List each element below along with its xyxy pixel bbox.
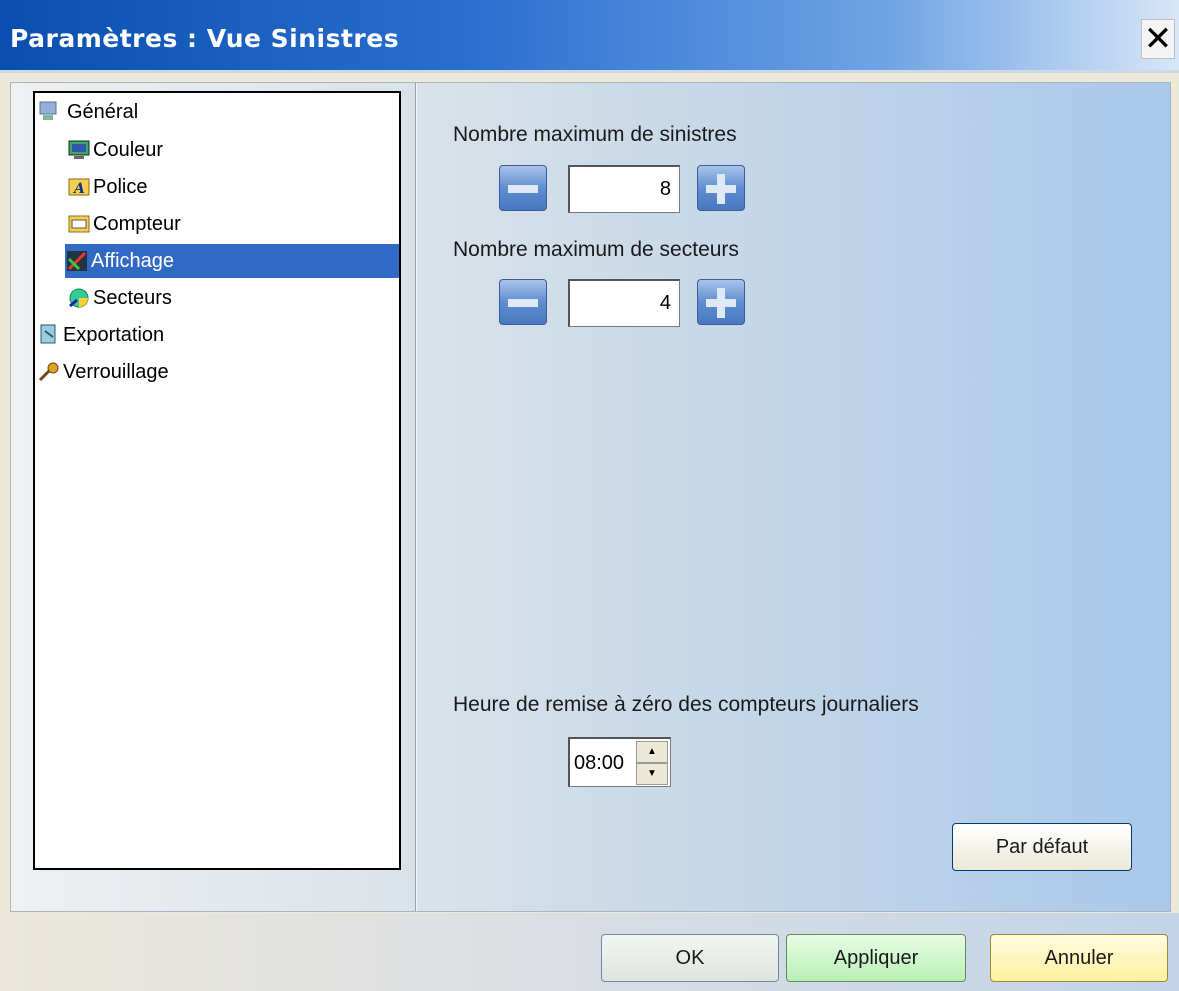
tree-item-secteurs[interactable]: Secteurs bbox=[67, 281, 172, 315]
tree-item-compteur[interactable]: Compteur bbox=[67, 207, 181, 241]
close-button[interactable]: ✕ bbox=[1141, 19, 1175, 59]
minus-icon bbox=[508, 185, 538, 193]
tree-item-label: Couleur bbox=[93, 138, 164, 161]
tree-item-label: Police bbox=[93, 175, 148, 198]
max-secteurs-input[interactable]: 4 bbox=[568, 279, 680, 327]
sectors-icon bbox=[67, 286, 91, 310]
max-secteurs-label: Nombre maximum de secteurs bbox=[453, 238, 739, 261]
svg-text:A: A bbox=[72, 181, 85, 197]
title-bar: Paramètres : Vue Sinistres ✕ bbox=[0, 0, 1179, 73]
panel-divider bbox=[415, 83, 417, 911]
display-icon bbox=[65, 249, 89, 273]
export-icon bbox=[37, 323, 61, 347]
reset-time-input[interactable]: 08:00 ▲ ▼ bbox=[568, 737, 671, 787]
sinistres-decrement-button[interactable] bbox=[499, 165, 547, 211]
tree-item-label: Général bbox=[67, 100, 139, 123]
window-title: Paramètres : Vue Sinistres bbox=[10, 24, 400, 53]
ok-button[interactable]: OK bbox=[601, 934, 779, 982]
default-button[interactable]: Par défaut bbox=[952, 823, 1132, 871]
secteurs-decrement-button[interactable] bbox=[499, 279, 547, 325]
max-sinistres-label: Nombre maximum de sinistres bbox=[453, 123, 737, 146]
tree-item-label: Secteurs bbox=[93, 286, 172, 309]
max-sinistres-input[interactable]: 8 bbox=[568, 165, 680, 213]
tree-item-label: Exportation bbox=[63, 323, 165, 346]
reset-time-value: 08:00 bbox=[574, 752, 625, 774]
settings-panel: Général Couleur A Police Compteur Affich… bbox=[10, 82, 1171, 912]
tree-item-label: Affichage bbox=[91, 249, 175, 272]
monitor-icon bbox=[67, 138, 91, 162]
tree-item-label: Compteur bbox=[93, 212, 181, 235]
category-tree: Général Couleur A Police Compteur Affich… bbox=[33, 91, 401, 870]
reset-time-label: Heure de remise à zéro des compteurs jou… bbox=[453, 693, 919, 716]
tree-item-couleur[interactable]: Couleur bbox=[67, 133, 163, 167]
time-spin-down-button[interactable]: ▼ bbox=[636, 763, 668, 785]
cancel-button[interactable]: Annuler bbox=[990, 934, 1168, 982]
apply-button[interactable]: Appliquer bbox=[786, 934, 966, 982]
secteurs-increment-button[interactable] bbox=[697, 279, 745, 325]
sinistres-increment-button[interactable] bbox=[697, 165, 745, 211]
font-icon: A bbox=[67, 175, 91, 199]
settings-icon bbox=[37, 100, 61, 124]
close-icon: ✕ bbox=[1143, 19, 1173, 59]
counter-icon bbox=[67, 212, 91, 236]
tree-item-exportation[interactable]: Exportation bbox=[37, 318, 164, 352]
tree-item-verrouillage[interactable]: Verrouillage bbox=[37, 355, 169, 389]
tree-item-police[interactable]: A Police bbox=[67, 170, 147, 204]
time-spin-up-button[interactable]: ▲ bbox=[636, 741, 668, 763]
key-icon bbox=[37, 360, 61, 384]
minus-icon bbox=[508, 299, 538, 307]
tree-item-label: Verrouillage bbox=[63, 360, 169, 383]
tree-item-general[interactable]: Général bbox=[37, 95, 138, 129]
tree-item-affichage[interactable]: Affichage bbox=[65, 244, 399, 278]
